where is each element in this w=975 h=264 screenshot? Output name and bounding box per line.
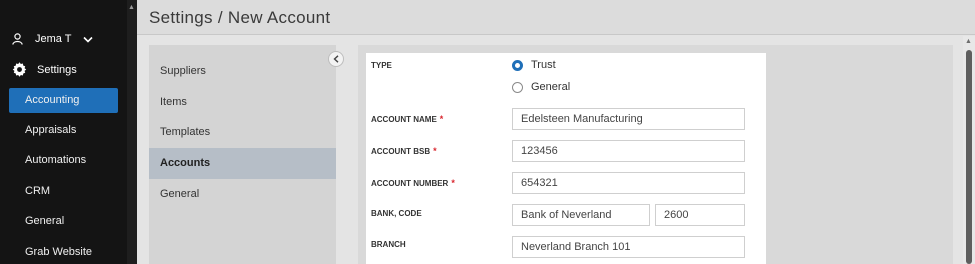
settings-section[interactable]: Settings — [12, 62, 77, 77]
bank-code-input[interactable]: 2600 — [655, 204, 745, 226]
account-number-input[interactable]: 654321 — [512, 172, 745, 194]
content-scrollbar[interactable]: ▲ — [963, 36, 975, 264]
sidebar-item-accounting[interactable]: Accounting — [9, 88, 118, 113]
scroll-up-icon[interactable]: ▲ — [128, 4, 135, 11]
radio-unselected-icon[interactable] — [512, 81, 523, 93]
type-label: TYPE — [371, 61, 392, 70]
submenu-item-general[interactable]: General — [149, 179, 336, 210]
required-marker: * — [433, 146, 437, 156]
sidebar-item-crm[interactable]: CRM — [9, 179, 118, 204]
account-number-label: ACCOUNT NUMBER * — [371, 178, 455, 188]
submenu-item-templates[interactable]: Templates — [149, 117, 336, 148]
radio-trust-label: Trust — [531, 59, 556, 71]
radio-trust[interactable]: Trust — [512, 59, 556, 71]
sidebar: Jema T Settings Accounting Appraisals Au… — [0, 0, 127, 264]
account-bsb-label-text: ACCOUNT BSB — [371, 147, 431, 156]
branch-label: BRANCH — [371, 240, 406, 249]
required-marker: * — [439, 114, 444, 124]
radio-general[interactable]: General — [512, 81, 570, 93]
account-number-label-text: ACCOUNT NUMBER — [371, 179, 449, 188]
account-name-label: ACCOUNT NAME * — [371, 114, 443, 124]
scroll-up-icon[interactable]: ▲ — [965, 38, 972, 45]
sidebar-item-automations[interactable]: Automations — [9, 148, 118, 173]
account-bsb-input[interactable]: 123456 — [512, 140, 745, 162]
gear-icon — [12, 62, 27, 77]
submenu-item-accounts[interactable]: Accounts — [149, 148, 336, 179]
sidebar-item-appraisals[interactable]: Appraisals — [9, 118, 118, 143]
bank-code-label: BANK, CODE — [371, 209, 422, 218]
sidebar-item-grab-website[interactable]: Grab Website — [9, 240, 118, 264]
required-marker: * — [451, 178, 455, 188]
user-name: Jema T — [35, 33, 72, 45]
account-name-input[interactable]: Edelsteen Manufacturing — [512, 108, 745, 130]
page-header: Settings / New Account — [137, 0, 975, 35]
settings-label: Settings — [37, 63, 77, 76]
scrollbar-thumb[interactable] — [966, 50, 972, 264]
radio-selected-icon[interactable] — [512, 59, 523, 71]
submenu-item-items[interactable]: Items — [149, 87, 336, 118]
radio-general-label: General — [531, 81, 571, 93]
account-bsb-label: ACCOUNT BSB * — [371, 146, 437, 156]
sidebar-item-general[interactable]: General — [9, 209, 118, 234]
user-menu[interactable]: Jema T — [12, 33, 105, 45]
sidebar-scrollbar[interactable]: ▲ — [127, 0, 137, 264]
page-title: Settings / New Account — [149, 8, 331, 27]
chevron-down-icon[interactable] — [83, 36, 94, 43]
submenu-item-suppliers[interactable]: Suppliers — [149, 56, 336, 87]
bank-name-input[interactable]: Bank of Neverland — [512, 204, 650, 226]
user-icon — [12, 33, 23, 45]
branch-input[interactable]: Neverland Branch 101 — [512, 236, 745, 258]
account-name-label-text: ACCOUNT NAME — [371, 115, 437, 124]
